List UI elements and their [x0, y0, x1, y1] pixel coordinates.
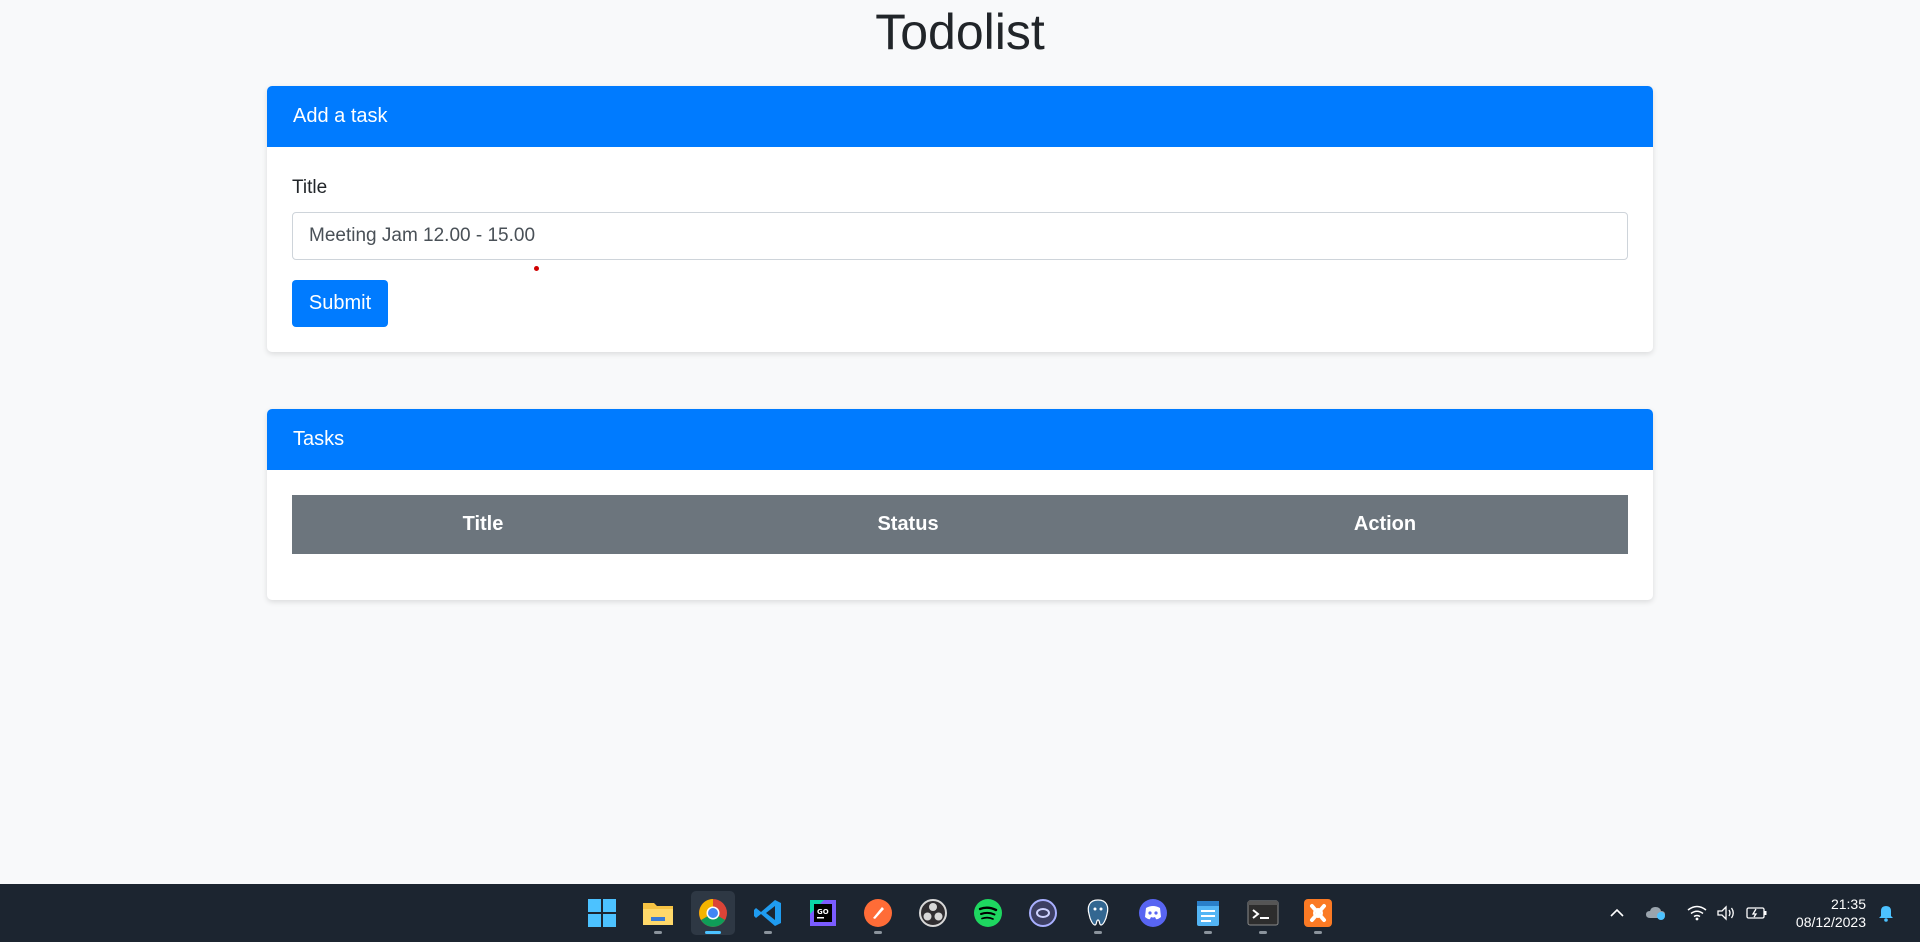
spotify-icon[interactable] [966, 891, 1010, 935]
submit-button[interactable]: Submit [292, 280, 388, 327]
goland-icon[interactable]: GO [801, 891, 845, 935]
cursor-marker [534, 266, 539, 271]
tasks-header: Tasks [267, 409, 1653, 470]
tasks-card: Tasks Title Status Action [267, 409, 1653, 600]
notepad-icon[interactable] [1186, 891, 1230, 935]
page-title: Todolist [875, 4, 1045, 60]
file-explorer-icon[interactable] [636, 891, 680, 935]
postman-icon[interactable] [856, 891, 900, 935]
clock-date: 08/12/2023 [1795, 914, 1866, 930]
pgadmin-icon[interactable] [1076, 891, 1120, 935]
table-header-row: Title Status Action [292, 495, 1628, 554]
xampp-icon[interactable] [1296, 891, 1340, 935]
tasks-table: Title Status Action [292, 495, 1628, 554]
clock-time: 21:35 [1830, 896, 1866, 912]
battery-icon[interactable] [1744, 884, 1770, 942]
obs-icon[interactable] [911, 891, 955, 935]
add-task-card: Add a task Title Submit [267, 86, 1653, 352]
title-input[interactable] [292, 212, 1628, 260]
wifi-icon[interactable] [1685, 884, 1709, 942]
terminal-icon[interactable] [1241, 891, 1285, 935]
svg-text:GO: GO [817, 908, 829, 916]
taskbar: GO 21:35 08/12/2023 [0, 884, 1920, 942]
title-label: Title [292, 177, 328, 198]
volume-icon[interactable] [1714, 884, 1738, 942]
clock[interactable]: 21:35 08/12/2023 [1796, 895, 1866, 931]
column-header-action: Action [1142, 495, 1628, 554]
vscode-icon[interactable] [746, 891, 790, 935]
discord-icon[interactable] [1131, 891, 1175, 935]
notification-bell-icon[interactable] [1874, 884, 1898, 942]
start-icon[interactable] [580, 891, 624, 935]
onedrive-icon[interactable] [1644, 884, 1668, 942]
chevron-up-icon[interactable] [1606, 884, 1628, 942]
column-header-status: Status [674, 495, 1142, 554]
app-icon[interactable] [1021, 891, 1065, 935]
chrome-icon[interactable] [691, 891, 735, 935]
column-header-title: Title [292, 495, 674, 554]
add-task-header: Add a task [267, 86, 1653, 147]
